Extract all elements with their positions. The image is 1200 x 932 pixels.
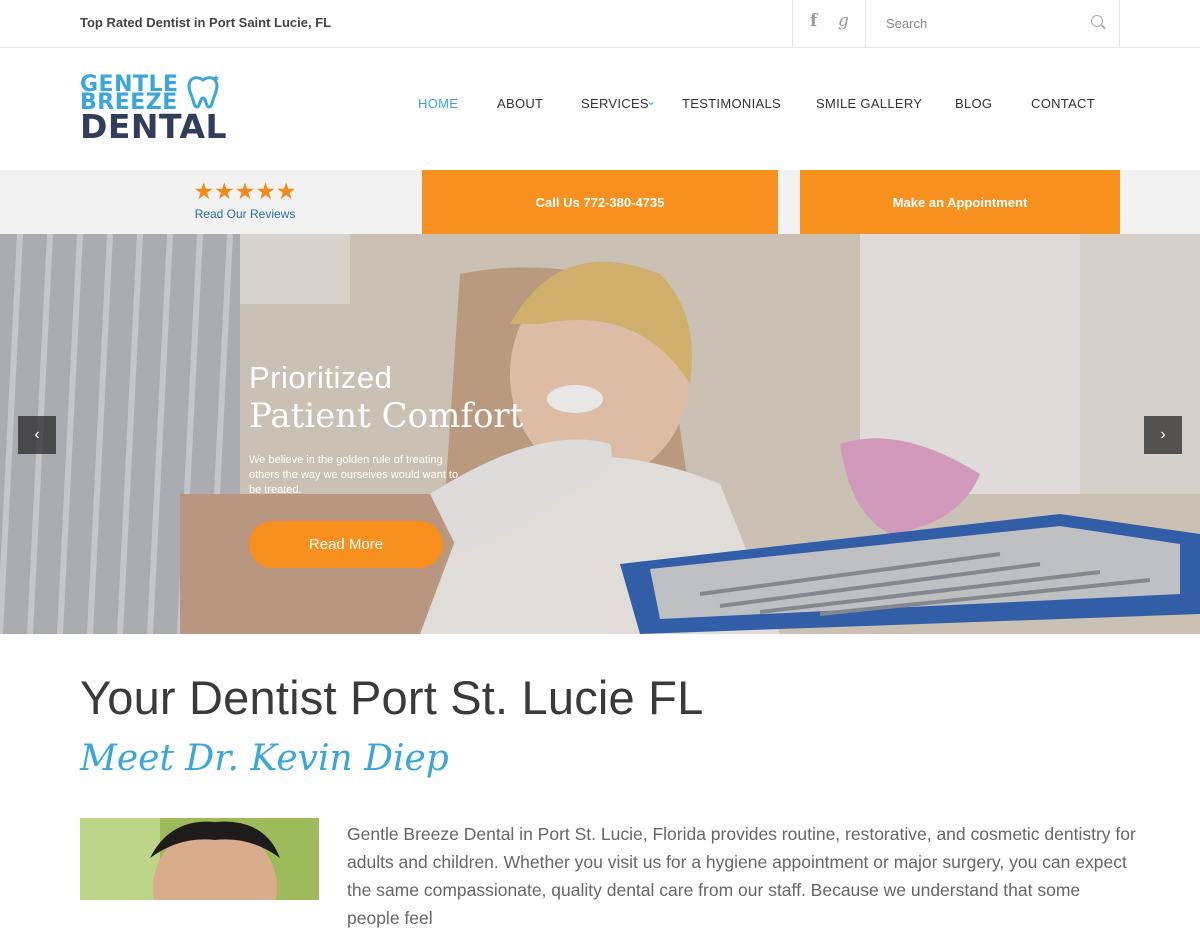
top-bar: Top Rated Dentist in Port Saint Lucie, F… (0, 0, 1200, 48)
site-header: GENTLE BREEZE DENTAL HOME ABOUT SERVICES… (0, 48, 1200, 170)
doctor-photo (80, 818, 319, 900)
facebook-icon[interactable]: f (810, 11, 817, 31)
logo[interactable]: GENTLE BREEZE DENTAL (80, 72, 240, 144)
hero-slider: Prioritized Patient Comfort We believe i… (0, 234, 1200, 634)
star-rating-icon: ★★★★★ (193, 178, 297, 204)
tooth-icon (187, 75, 219, 109)
slider-prev-icon[interactable]: ‹ (18, 416, 56, 454)
hero-title-line2: Patient Comfort (249, 396, 524, 436)
hero-title-line1: Prioritized (249, 360, 393, 395)
intro-paragraph: Gentle Breeze Dental in Port St. Lucie, … (347, 824, 1136, 928)
search-box (866, 0, 1120, 47)
cta-strip: ★★★★★ Read Our Reviews Call Us 772-380-4… (0, 170, 1200, 234)
page-heading: Your Dentist Port St. Lucie FL (80, 671, 704, 724)
meet-doctor-heading: Meet Dr. Kevin Diep (80, 738, 449, 779)
nav-testimonials[interactable]: TESTIMONIALS (682, 96, 781, 111)
hero-description: We believe in the golden rule of treatin… (249, 454, 459, 496)
logo-line-dental: DENTAL (80, 107, 228, 146)
call-us-button[interactable]: Call Us 772-380-4735 (422, 170, 778, 234)
chevron-down-icon[interactable]: ⌄ (646, 94, 656, 108)
make-appointment-button[interactable]: Make an Appointment (800, 170, 1120, 234)
hero-overlay (0, 234, 1200, 634)
social-links: f g (792, 0, 866, 47)
google-plus-icon[interactable]: g (838, 11, 849, 31)
reviews-label: Read Our Reviews (194, 207, 296, 221)
nav-smile-gallery[interactable]: SMILE GALLERY (816, 96, 922, 111)
nav-home[interactable]: HOME (418, 96, 458, 111)
nav-blog[interactable]: BLOG (955, 96, 992, 111)
search-icon[interactable] (1091, 15, 1103, 27)
nav-about[interactable]: ABOUT (497, 96, 543, 111)
intro-section: Your Dentist Port St. Lucie FL Meet Dr. … (0, 634, 1200, 928)
nav-contact[interactable]: CONTACT (1031, 96, 1095, 111)
reviews-link[interactable]: ★★★★★ Read Our Reviews (170, 178, 320, 221)
read-more-button[interactable]: Read More (249, 521, 443, 568)
search-input[interactable] (886, 12, 1076, 34)
slider-next-icon[interactable]: › (1144, 416, 1182, 454)
nav-services[interactable]: SERVICES (581, 96, 649, 111)
tagline: Top Rated Dentist in Port Saint Lucie, F… (80, 15, 332, 30)
